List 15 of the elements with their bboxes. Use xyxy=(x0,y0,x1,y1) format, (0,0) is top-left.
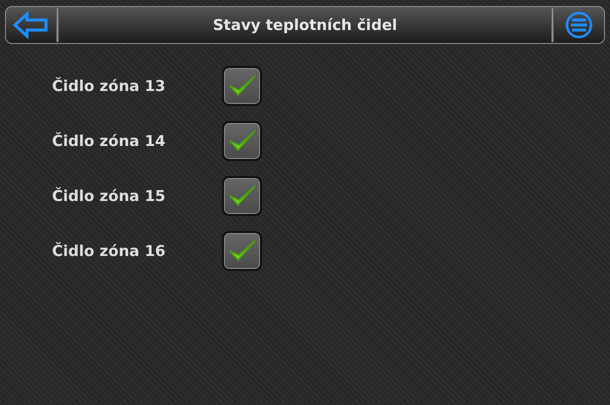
sensor-label: Čidlo zóna 15 xyxy=(52,186,166,204)
check-icon xyxy=(227,72,257,98)
check-icon xyxy=(227,238,257,264)
check-icon xyxy=(227,128,257,154)
check-icon xyxy=(227,182,257,208)
checkbox[interactable] xyxy=(222,120,262,160)
checkbox[interactable] xyxy=(222,176,262,216)
back-arrow-icon xyxy=(13,11,49,39)
checkbox[interactable] xyxy=(222,230,262,270)
sensor-label: Čidlo zóna 16 xyxy=(52,242,166,260)
sensor-label: Čidlo zóna 14 xyxy=(52,132,166,150)
checkbox[interactable] xyxy=(222,66,262,106)
screen-title: Stavy teplotních čidel xyxy=(212,16,398,34)
menu-icon xyxy=(565,11,593,39)
sensor-label: Čidlo zóna 13 xyxy=(52,76,166,94)
